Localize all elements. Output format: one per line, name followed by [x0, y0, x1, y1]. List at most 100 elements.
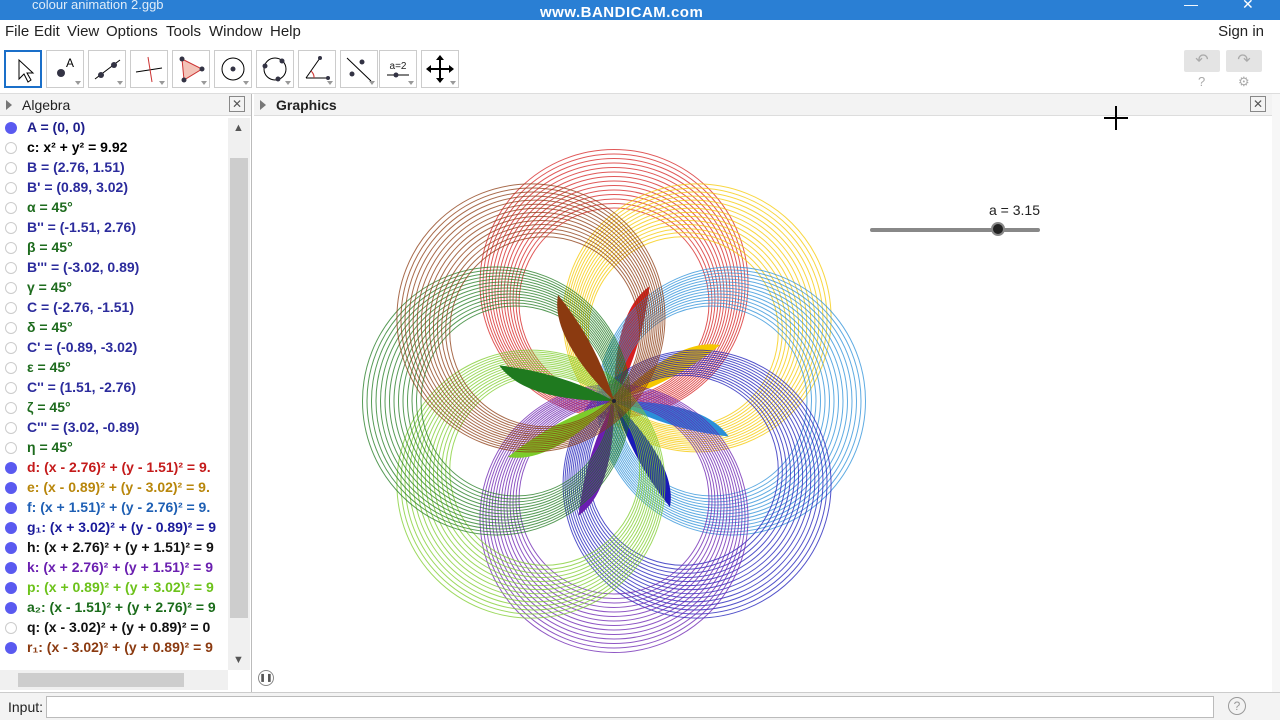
algebra-row[interactable]: r₁: (x - 3.02)² + (y + 0.89)² = 9: [0, 638, 228, 658]
visibility-toggle[interactable]: [5, 122, 17, 134]
line-tool-button[interactable]: [88, 50, 126, 88]
algebra-row[interactable]: C''' = (3.02, -0.89): [0, 418, 228, 438]
algebra-row[interactable]: B''' = (-3.02, 0.89): [0, 258, 228, 278]
visibility-toggle[interactable]: [5, 382, 17, 394]
algebra-row[interactable]: ε = 45°: [0, 358, 228, 378]
algebra-row[interactable]: d: (x - 2.76)² + (y - 1.51)² = 9.: [0, 458, 228, 478]
algebra-row[interactable]: g₁: (x + 3.02)² + (y - 0.89)² = 9: [0, 518, 228, 538]
visibility-toggle[interactable]: [5, 262, 17, 274]
point-tool-button[interactable]: A: [46, 50, 84, 88]
algebra-row[interactable]: e: (x - 0.89)² + (y - 3.02)² = 9.: [0, 478, 228, 498]
scrollbar-thumb[interactable]: [230, 158, 248, 618]
menu-options[interactable]: Options: [106, 23, 158, 40]
algebra-row[interactable]: ζ = 45°: [0, 398, 228, 418]
visibility-toggle[interactable]: [5, 282, 17, 294]
undo-button[interactable]: ↶: [1184, 50, 1220, 72]
visibility-toggle[interactable]: [5, 242, 17, 254]
move-view-tool-button[interactable]: [421, 50, 459, 88]
circle-three-points-tool-button[interactable]: [256, 50, 294, 88]
visibility-toggle[interactable]: [5, 142, 17, 154]
algebra-row[interactable]: η = 45°: [0, 438, 228, 458]
algebra-row[interactable]: B = (2.76, 1.51): [0, 158, 228, 178]
visibility-toggle[interactable]: [5, 562, 17, 574]
graphics-view[interactable]: Graphics ✕ a = 3.15 ❚❚: [254, 94, 1272, 692]
menu-edit[interactable]: Edit: [34, 23, 60, 40]
visibility-toggle[interactable]: [5, 402, 17, 414]
input-help-icon[interactable]: ?: [1228, 697, 1246, 715]
visibility-toggle[interactable]: [5, 602, 17, 614]
scroll-up-icon[interactable]: ▲: [233, 122, 244, 134]
slider-knob[interactable]: [990, 222, 1005, 236]
visibility-toggle[interactable]: [5, 222, 17, 234]
algebra-view: Algebra ✕ A = (0, 0) c: x² + y² = 9.92 B =…: [0, 94, 252, 692]
menu-view[interactable]: View: [67, 23, 99, 40]
visibility-toggle[interactable]: [5, 182, 17, 194]
visibility-toggle[interactable]: [5, 582, 17, 594]
algebra-row[interactable]: p: (x + 0.89)² + (y + 3.02)² = 9: [0, 578, 228, 598]
algebra-row[interactable]: f: (x + 1.51)² + (y - 2.76)² = 9.: [0, 498, 228, 518]
sign-in-link[interactable]: Sign in: [1218, 23, 1264, 40]
visibility-toggle[interactable]: [5, 442, 17, 454]
move-tool-button[interactable]: [4, 50, 42, 88]
visibility-toggle[interactable]: [5, 342, 17, 354]
algebra-row[interactable]: A = (0, 0): [0, 118, 228, 138]
minimize-button[interactable]: —: [1184, 0, 1198, 12]
algebra-row[interactable]: B' = (0.89, 3.02): [0, 178, 228, 198]
expand-arrow-icon[interactable]: [6, 100, 12, 110]
menu-file[interactable]: File: [5, 23, 29, 40]
close-graphics-button[interactable]: ✕: [1250, 96, 1266, 112]
scroll-down-icon[interactable]: ▼: [233, 654, 244, 666]
algebra-horizontal-scrollbar[interactable]: [0, 670, 228, 690]
algebra-row[interactable]: a₂: (x - 1.51)² + (y + 2.76)² = 9: [0, 598, 228, 618]
close-algebra-button[interactable]: ✕: [229, 96, 245, 112]
visibility-toggle[interactable]: [5, 162, 17, 174]
polygon-tool-button[interactable]: [172, 50, 210, 88]
horizontal-scrollbar-thumb[interactable]: [18, 673, 184, 687]
algebra-row-text: δ = 45°: [27, 319, 73, 335]
visibility-toggle[interactable]: [5, 502, 17, 514]
expand-arrow-icon[interactable]: [260, 100, 266, 110]
circle-center-tool-button[interactable]: [214, 50, 252, 88]
perpendicular-tool-button[interactable]: [130, 50, 168, 88]
visibility-toggle[interactable]: [5, 322, 17, 334]
settings-gear-icon[interactable]: ⚙: [1238, 74, 1250, 90]
visibility-toggle[interactable]: [5, 622, 17, 634]
visibility-toggle[interactable]: [5, 422, 17, 434]
algebra-row[interactable]: C'' = (1.51, -2.76): [0, 378, 228, 398]
visibility-toggle[interactable]: [5, 202, 17, 214]
algebra-row[interactable]: β = 45°: [0, 238, 228, 258]
input-field[interactable]: [46, 696, 1214, 718]
algebra-row[interactable]: k: (x + 2.76)² + (y + 1.51)² = 9: [0, 558, 228, 578]
origin-point-a[interactable]: [612, 399, 616, 403]
visibility-toggle[interactable]: [5, 482, 17, 494]
algebra-row[interactable]: α = 45°: [0, 198, 228, 218]
algebra-row[interactable]: B'' = (-1.51, 2.76): [0, 218, 228, 238]
algebra-vertical-scrollbar[interactable]: ▲ ▼: [228, 118, 250, 670]
visibility-toggle[interactable]: [5, 542, 17, 554]
algebra-row[interactable]: c: x² + y² = 9.92: [0, 138, 228, 158]
visibility-toggle[interactable]: [5, 642, 17, 654]
slider-track[interactable]: [870, 228, 1040, 232]
angle-tool-button[interactable]: [298, 50, 336, 88]
algebra-row[interactable]: h: (x + 2.76)² + (y + 1.51)² = 9: [0, 538, 228, 558]
algebra-row[interactable]: γ = 45°: [0, 278, 228, 298]
reflect-tool-button[interactable]: [340, 50, 378, 88]
algebra-row[interactable]: δ = 45°: [0, 318, 228, 338]
visibility-toggle[interactable]: [5, 302, 17, 314]
algebra-row[interactable]: C' = (-0.89, -3.02): [0, 338, 228, 358]
algebra-row[interactable]: C = (-2.76, -1.51): [0, 298, 228, 318]
menu-window[interactable]: Window: [209, 23, 262, 40]
menu-help[interactable]: Help: [270, 23, 301, 40]
redo-button[interactable]: ↷: [1226, 50, 1262, 72]
slider-tool-button[interactable]: a=2: [379, 50, 417, 88]
close-window-button[interactable]: ✕: [1242, 0, 1254, 13]
help-icon[interactable]: ?: [1198, 74, 1205, 89]
algebra-row[interactable]: q: (x - 3.02)² + (y + 0.89)² = 0: [0, 618, 228, 638]
visibility-toggle[interactable]: [5, 522, 17, 534]
pause-animation-button[interactable]: ❚❚: [258, 670, 274, 686]
visibility-toggle[interactable]: [5, 462, 17, 474]
algebra-row-text: α = 45°: [27, 199, 73, 215]
visibility-toggle[interactable]: [5, 362, 17, 374]
side-panel-handle[interactable]: [1272, 94, 1280, 692]
menu-tools[interactable]: Tools: [166, 23, 201, 40]
